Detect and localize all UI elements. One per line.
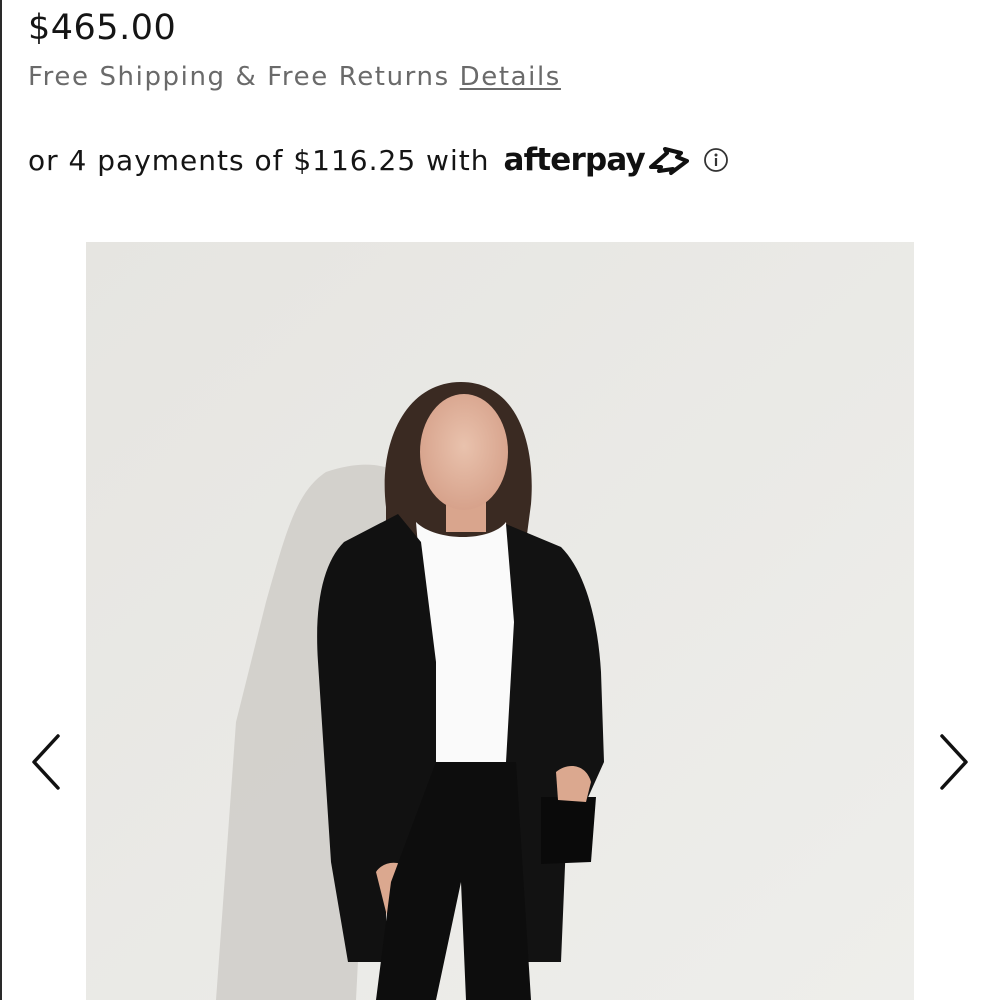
shipping-info: Free Shipping & Free Returns Details <box>28 62 561 92</box>
gallery-prev-button[interactable] <box>28 732 64 792</box>
shipping-details-link[interactable]: Details <box>460 62 561 92</box>
info-circle-icon[interactable] <box>703 147 729 173</box>
shipping-text: Free Shipping & Free Returns <box>28 62 450 92</box>
afterpay-message: or 4 payments of $116.25 with afterpay <box>28 140 729 180</box>
product-price: $465.00 <box>28 8 177 48</box>
chevron-right-icon <box>940 734 968 790</box>
gallery-next-button[interactable] <box>936 732 972 792</box>
afterpay-payment-text: or 4 payments of $116.25 with <box>28 143 490 177</box>
chevron-left-icon <box>32 734 60 790</box>
afterpay-logo: afterpay <box>503 142 691 178</box>
afterpay-arrows-icon <box>648 147 689 175</box>
page-left-border <box>0 0 2 1000</box>
afterpay-logo-text: afterpay <box>503 142 645 178</box>
product-image[interactable] <box>86 242 914 1000</box>
